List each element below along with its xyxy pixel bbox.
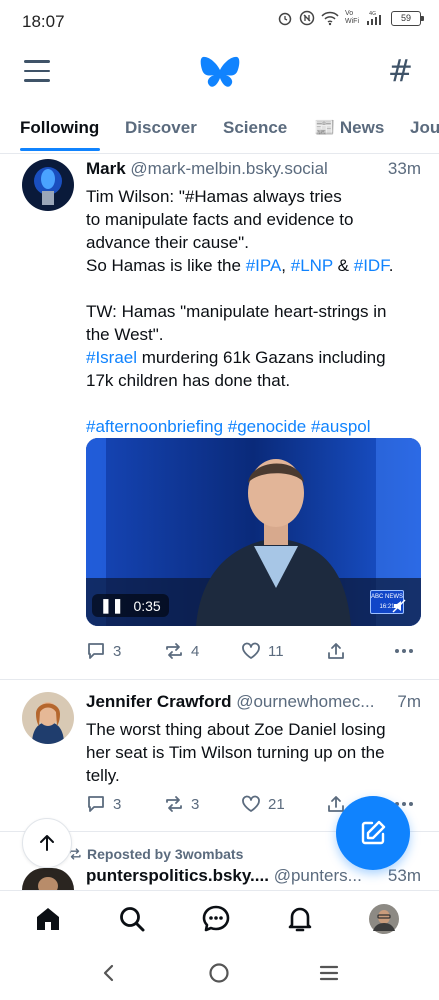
repost-count: 3 [191,795,200,813]
signal-label: 4G [369,11,376,17]
hashtag-idf[interactable]: #IDF [354,256,389,275]
hash-icon[interactable]: # [388,54,413,89]
sys-back[interactable] [94,958,124,988]
nav-notifications[interactable] [282,901,318,937]
like-count: 11 [268,642,284,660]
sys-home[interactable] [204,958,234,988]
battery-icon: 59 [391,10,424,26]
reply-icon [88,796,104,812]
author-handle[interactable]: @punters... [274,866,362,885]
scroll-to-top-button[interactable] [22,818,72,868]
video-duration: 0:35 [133,597,161,614]
status-time: 18:07 [22,12,65,31]
home-icon [37,908,59,930]
sys-recents[interactable] [314,958,344,988]
like-button[interactable]: 21 [241,794,285,814]
post-text: The worst thing about Zoe Daniel losing … [86,720,386,785]
avatar[interactable] [22,868,74,890]
reply-button[interactable]: 3 [86,794,121,814]
nav-chat[interactable] [198,901,234,937]
post-content: Jennifer Crawford @ournewhomec... 7m The… [86,692,421,787]
repost-label[interactable]: Reposted by 3wombats [87,846,243,862]
nav-search[interactable] [114,901,150,937]
volte-indicator: Vo WiFi [345,10,359,25]
tab-news[interactable]: 📰 News [314,118,384,138]
signal-icon: 4G [367,11,381,25]
feed-tabs: Following Discover Science 📰 News Jou [0,100,439,154]
author-name[interactable]: Jennifer Crawford [86,692,231,711]
tab-discover[interactable]: Discover [125,118,197,138]
author-name[interactable]: Mark [86,159,126,178]
tab-journalism[interactable]: Jou [410,118,439,138]
system-navigation [0,946,439,1000]
tab-following[interactable]: Following [20,118,99,138]
chat-icon [202,905,230,932]
share-icon [328,643,344,659]
repost-button[interactable]: 4 [164,641,199,661]
hashtag-lnp[interactable]: #LNP [291,256,333,275]
alarm-icon [278,12,292,26]
hashtag-israel[interactable]: #Israel [86,348,137,367]
back-icon [103,964,114,982]
more-options-button[interactable] [394,641,414,661]
post-time: 7m [393,692,421,712]
bottom-nav [0,890,439,946]
post-text: Tim Wilson: "#Hamas always tries to mani… [86,185,421,438]
mute-icon[interactable] [392,599,406,613]
home-circle-icon [209,963,229,983]
heart-icon [242,795,260,812]
nav-profile[interactable] [366,901,402,937]
avatar[interactable] [22,159,74,211]
nfc-icon [299,10,315,26]
like-count: 21 [268,795,285,813]
author-name[interactable]: punterspolitics.bsky.... [86,866,269,885]
status-icons: Vo WiFi 4G 59 [277,10,424,26]
recents-icon [319,965,339,981]
video-controls: ❚❚ 0:35 [92,594,169,617]
arrow-up-icon [40,835,54,851]
post-content: Mark @mark-melbin.bsky.social 33m Tim Wi… [86,159,421,438]
pause-icon[interactable]: ❚❚ [100,597,123,614]
reply-button[interactable]: 3 [86,641,121,661]
author-handle[interactable]: @ournewhomec... [236,692,374,711]
wifi-icon [321,11,339,26]
search-icon [120,907,145,932]
post-actions: 3 4 11 [86,641,421,665]
repost-icon [166,643,182,659]
compose-post-button[interactable] [336,796,410,870]
author-handle[interactable]: @mark-melbin.bsky.social [130,159,327,178]
bell-icon [288,907,312,932]
tab-science[interactable]: Science [223,118,287,138]
hashtag-line[interactable]: #afternoonbriefing #genocide #auspol [86,415,421,438]
reply-icon [88,643,104,659]
like-button[interactable]: 11 [241,641,284,661]
share-button[interactable] [326,641,346,661]
avatar[interactable] [22,692,74,744]
repost-button[interactable]: 3 [164,794,199,814]
reply-count: 3 [113,795,122,813]
post-header: Mark @mark-melbin.bsky.social 33m [86,159,421,185]
repost-indicator: Reposted by 3wombats [68,846,243,862]
status-bar: 18:07 Vo WiFi 4G 59 [0,0,439,44]
butterfly-logo[interactable] [200,54,240,90]
profile-avatar [369,904,399,934]
compose-icon [361,820,386,845]
post-time: 33m [383,159,421,179]
heart-icon [242,642,260,659]
post-time: 53m [383,866,421,886]
hamburger-icon[interactable] [24,60,50,82]
reply-count: 3 [113,642,122,660]
repost-icon [166,796,182,812]
active-tab-indicator [20,148,100,151]
hashtag-ipa[interactable]: #IPA [246,256,282,275]
repost-count: 4 [191,642,200,660]
nav-home[interactable] [30,901,66,937]
more-icon [395,649,413,653]
video-player[interactable]: ❚❚ 0:35 ABC NEWS 16:21 [86,438,421,626]
post-item[interactable]: Mark @mark-melbin.bsky.social 33m Tim Wi… [0,155,439,680]
post-header: Jennifer Crawford @ournewhomec... 7m [86,692,421,718]
app-header: # [0,44,439,100]
